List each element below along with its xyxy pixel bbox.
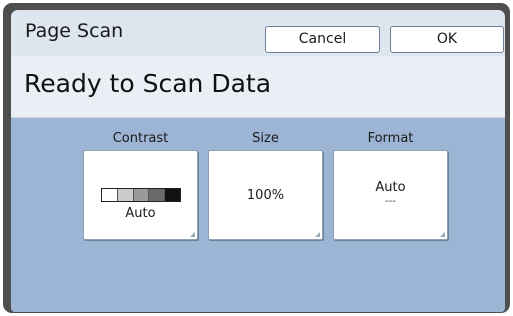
contrast-scale-segment [164, 189, 180, 201]
contrast-scale-segment [148, 189, 165, 201]
title-bar: Page Scan Cancel OK [11, 10, 505, 56]
contrast-button[interactable]: Auto [83, 150, 198, 240]
format-subvalue: --- [385, 196, 396, 207]
cancel-button[interactable]: Cancel [265, 26, 380, 53]
size-button[interactable]: 100% [208, 150, 323, 240]
format-value: Auto [375, 180, 406, 195]
size-label: Size [252, 131, 279, 146]
contrast-scale-segment [102, 189, 117, 201]
status-area: Ready to Scan Data [11, 56, 505, 118]
scan-screen: Page Scan Cancel OK Ready to Scan Data C… [11, 10, 505, 312]
contrast-scale-icon [101, 188, 181, 202]
status-message: Ready to Scan Data [24, 69, 272, 98]
format-button[interactable]: Auto --- [333, 150, 448, 240]
contrast-scale-segment [116, 189, 133, 201]
format-label: Format [367, 131, 414, 146]
contrast-value: Auto [125, 206, 156, 221]
device-frame: Page Scan Cancel OK Ready to Scan Data C… [3, 3, 510, 313]
contrast-label: Contrast [112, 131, 169, 146]
size-value: 100% [246, 188, 285, 203]
page-title: Page Scan [25, 20, 124, 42]
contrast-scale-segment [132, 189, 149, 201]
ok-button[interactable]: OK [390, 26, 504, 53]
